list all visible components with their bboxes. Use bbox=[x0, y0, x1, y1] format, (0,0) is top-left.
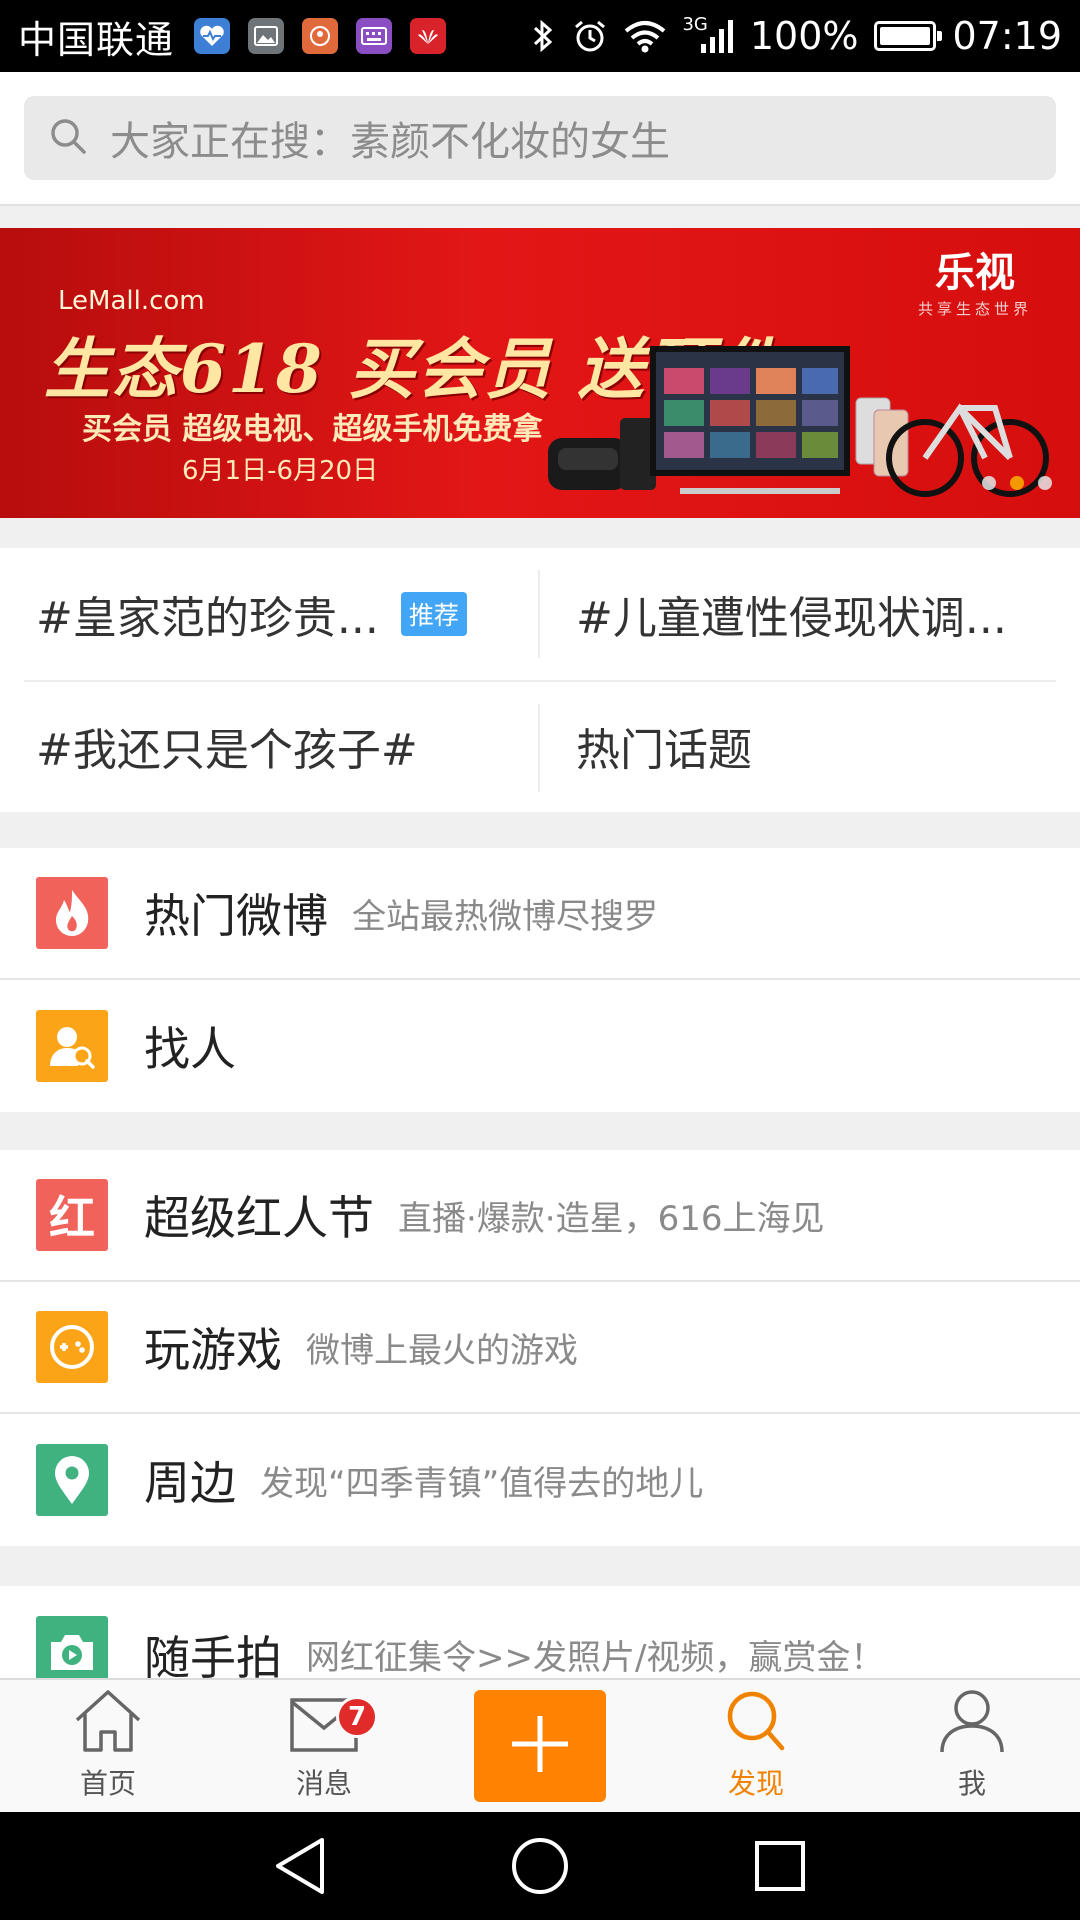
tab-home[interactable]: 首页 bbox=[0, 1680, 216, 1812]
home-icon bbox=[71, 1688, 145, 1758]
row-description: 全站最热微博尽搜罗 bbox=[352, 896, 658, 937]
gamepad-icon bbox=[36, 1311, 108, 1383]
divider bbox=[24, 680, 1056, 682]
carrier-name: 中国联通 bbox=[18, 17, 175, 62]
tab-discover[interactable]: 发现 bbox=[648, 1680, 864, 1812]
home-circle-icon[interactable] bbox=[508, 1834, 572, 1898]
menu-group-2: 红 超级红人节 直播·爆款·造星，616上海见 玩游戏 微博上最火的游戏 周边 … bbox=[0, 1150, 1080, 1546]
row-title: 超级红人节 bbox=[144, 1191, 374, 1245]
battery-icon bbox=[874, 21, 943, 51]
clock: 07:19 bbox=[952, 14, 1062, 58]
alarm-icon bbox=[572, 18, 608, 54]
back-icon[interactable] bbox=[268, 1834, 332, 1898]
system-navigation-bar bbox=[0, 1812, 1080, 1920]
menu-group-3: 随手拍 网红征集令>>发照片/视频，赢赏金！ bbox=[0, 1586, 1080, 1678]
row-description: 网红征集令>>发照片/视频，赢赏金！ bbox=[306, 1638, 885, 1678]
promo-banner[interactable]: LeMall.com 生态618 买会员 送硬件 买会员 超级电视、超级手机免费… bbox=[0, 228, 1080, 518]
row-title: 热门微博 bbox=[144, 889, 328, 943]
bluetooth-icon bbox=[530, 18, 556, 54]
signal-icon: 3G bbox=[682, 14, 733, 54]
row-title: 随手拍 bbox=[144, 1631, 282, 1678]
divider bbox=[538, 704, 540, 792]
huawei-icon bbox=[410, 18, 447, 54]
person-icon bbox=[936, 1686, 1008, 1758]
health-icon bbox=[194, 18, 231, 54]
topic-item[interactable]: #儿童遭性侵现状调... bbox=[576, 582, 1007, 646]
divider bbox=[538, 570, 540, 658]
banner-date: 6月1日-6月20日 bbox=[182, 456, 379, 486]
gallery-icon bbox=[248, 18, 285, 54]
recommend-tag: 推荐 bbox=[400, 592, 467, 636]
tab-label: 首页 bbox=[79, 1767, 136, 1800]
keyboard-icon bbox=[356, 18, 393, 54]
topic-item[interactable]: #皇家范的珍贵... 推荐 bbox=[36, 582, 467, 646]
location-icon bbox=[36, 1444, 108, 1516]
hong-icon: 红 bbox=[36, 1179, 108, 1251]
play-games-item[interactable]: 玩游戏 微博上最火的游戏 bbox=[0, 1282, 1080, 1414]
topic-grid: #皇家范的珍贵... 推荐 #儿童遭性侵现状调... #我还只是个孩子# 热门话… bbox=[0, 548, 1080, 812]
topic-label: 热门话题 bbox=[576, 725, 752, 776]
network-type: 3G bbox=[682, 13, 708, 35]
app-icon bbox=[302, 18, 339, 54]
tab-label: 消息 bbox=[295, 1767, 352, 1800]
find-people-item[interactable]: 找人 bbox=[0, 980, 1080, 1112]
flame-icon bbox=[36, 877, 108, 949]
hot-topics-link[interactable]: 热门话题 bbox=[576, 714, 752, 778]
row-description: 微博上最火的游戏 bbox=[306, 1330, 578, 1371]
menu-group-1: 热门微博 全站最热微博尽搜罗 找人 bbox=[0, 848, 1080, 1112]
row-title: 玩游戏 bbox=[144, 1323, 282, 1377]
letv-logo: 乐视 共享生态世界 bbox=[917, 250, 1032, 318]
row-description: 直播·爆款·造星，616上海见 bbox=[398, 1198, 825, 1239]
search-icon bbox=[720, 1688, 792, 1758]
search-icon bbox=[48, 116, 88, 160]
camera-icon bbox=[36, 1616, 108, 1678]
carousel-indicator bbox=[982, 476, 1052, 490]
nearby-item[interactable]: 周边 发现“四季青镇”值得去的地儿 bbox=[0, 1414, 1080, 1546]
tab-messages[interactable]: 消息 7 bbox=[216, 1680, 432, 1812]
tab-label: 发现 bbox=[727, 1767, 784, 1800]
topic-label: #皇家范的珍贵... bbox=[36, 593, 379, 644]
recents-icon[interactable] bbox=[748, 1834, 812, 1898]
row-title: 找人 bbox=[144, 1022, 236, 1076]
compose-button[interactable] bbox=[474, 1690, 606, 1802]
bottom-tab-bar: 首页 消息 7 发现 我 bbox=[0, 1678, 1080, 1812]
search-placeholder: 大家正在搜：素颜不化妆的女生 bbox=[110, 119, 670, 165]
battery-percent: 100% bbox=[749, 14, 859, 58]
tab-me[interactable]: 我 bbox=[864, 1680, 1080, 1812]
search-header: 大家正在搜：素颜不化妆的女生 bbox=[0, 72, 1080, 206]
unread-badge: 7 bbox=[336, 1696, 378, 1738]
topic-item[interactable]: #我还只是个孩子# bbox=[36, 714, 418, 778]
carousel-dot bbox=[1010, 476, 1024, 490]
plus-icon bbox=[508, 1712, 572, 1780]
snapshot-item[interactable]: 随手拍 网红征集令>>发照片/视频，赢赏金！ bbox=[0, 1586, 1080, 1678]
row-description: 发现“四季青镇”值得去的地儿 bbox=[260, 1463, 704, 1504]
banner-brand: LeMall.com bbox=[58, 286, 205, 316]
status-bar: 中国联通 3G 100% 07:19 bbox=[0, 0, 1080, 72]
super-star-festival-item[interactable]: 红 超级红人节 直播·爆款·造星，616上海见 bbox=[0, 1150, 1080, 1282]
topic-label: #我还只是个孩子# bbox=[36, 725, 418, 776]
wifi-icon bbox=[624, 19, 666, 53]
notification-icons bbox=[194, 18, 447, 54]
hot-weibo-item[interactable]: 热门微博 全站最热微博尽搜罗 bbox=[0, 848, 1080, 980]
banner-products-image bbox=[548, 346, 1049, 497]
carousel-dot bbox=[1038, 476, 1052, 490]
row-title: 周边 bbox=[144, 1456, 236, 1510]
tab-label: 我 bbox=[957, 1767, 986, 1800]
topic-label: #儿童遭性侵现状调... bbox=[576, 593, 1007, 644]
carousel-dot bbox=[982, 476, 996, 490]
search-input[interactable]: 大家正在搜：素颜不化妆的女生 bbox=[24, 96, 1056, 180]
banner-subtitle: 买会员 超级电视、超级手机免费拿 bbox=[82, 412, 543, 447]
find-people-icon bbox=[36, 1010, 108, 1082]
